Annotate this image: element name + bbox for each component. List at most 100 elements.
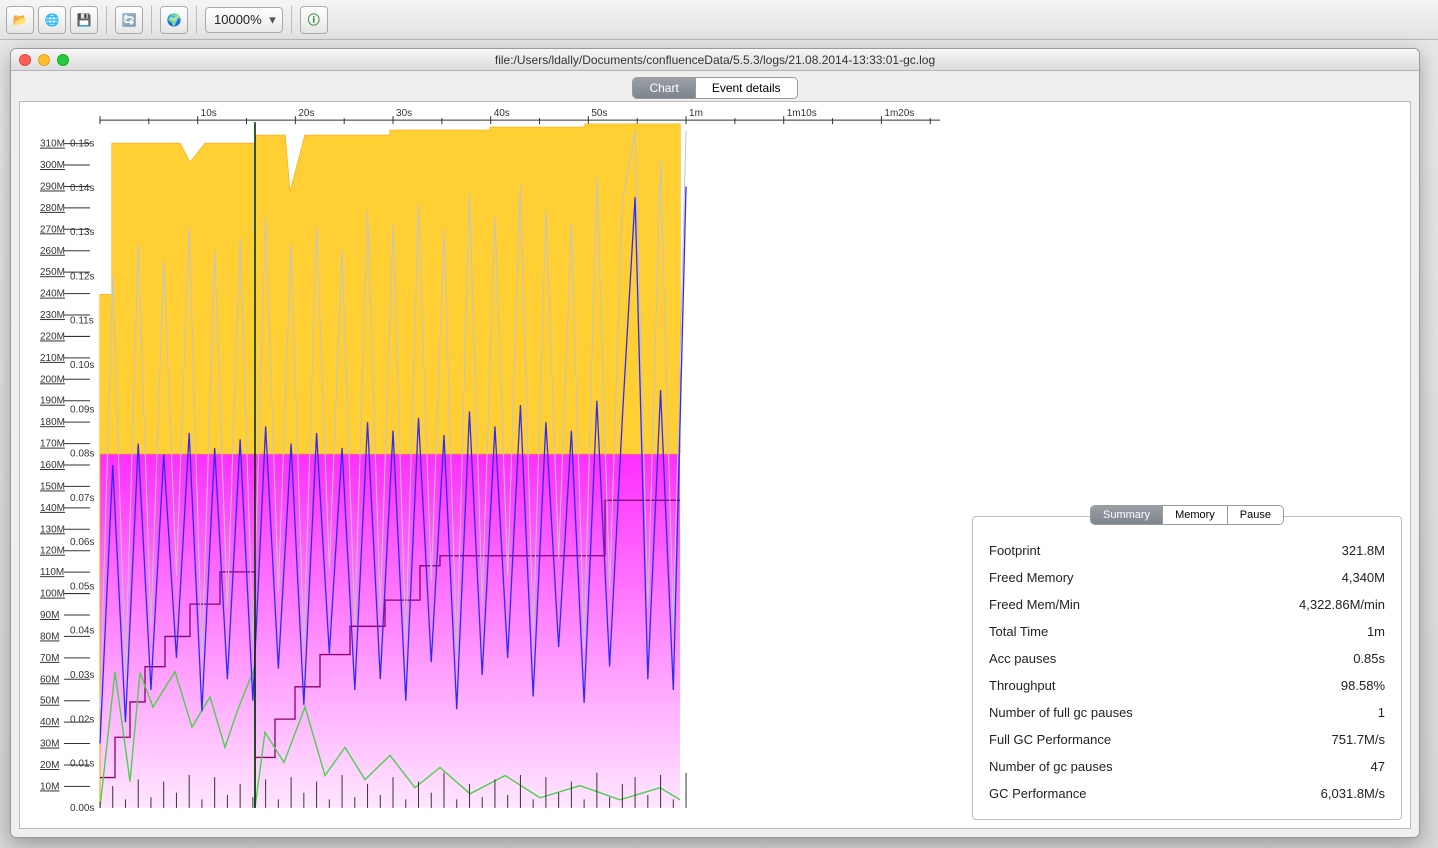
document-window: file:/Users/ldally/Documents/confluenceD…	[10, 48, 1420, 838]
svg-text:160M: 160M	[40, 460, 65, 471]
svg-text:20s: 20s	[298, 108, 314, 119]
svg-text:0.12s: 0.12s	[70, 271, 94, 282]
minimize-window-button[interactable]	[38, 54, 50, 66]
summary-value: 4,322.86M/min	[1299, 597, 1385, 612]
svg-text:1m10s: 1m10s	[787, 108, 817, 119]
tab-memory[interactable]: Memory	[1163, 506, 1228, 524]
summary-label: Number of full gc pauses	[989, 705, 1133, 720]
svg-text:0.04s: 0.04s	[70, 626, 94, 637]
refresh-icon: 🔄	[122, 13, 137, 27]
tab-summary[interactable]: Summary	[1091, 506, 1163, 524]
svg-text:310M: 310M	[40, 139, 65, 150]
summary-label: Freed Memory	[989, 570, 1074, 585]
summary-row: GC Performance6,031.8M/s	[989, 780, 1385, 807]
world-icon: 🌍	[167, 13, 182, 27]
tab-chart[interactable]: Chart	[633, 78, 695, 98]
svg-text:60M: 60M	[40, 674, 59, 685]
summary-row: Footprint 321.8M	[989, 537, 1385, 564]
svg-text:190M: 190M	[40, 396, 65, 407]
save-icon: 💾	[77, 13, 92, 27]
zoom-select[interactable]: 10000%	[205, 7, 283, 33]
summary-row: Throughput98.58%	[989, 672, 1385, 699]
summary-value: 1	[1378, 705, 1385, 720]
svg-text:260M: 260M	[40, 246, 65, 257]
svg-text:30s: 30s	[396, 108, 412, 119]
svg-text:0.11s: 0.11s	[70, 316, 94, 327]
summary-row: Number of full gc pauses 1	[989, 699, 1385, 726]
svg-text:0.05s: 0.05s	[70, 581, 94, 592]
svg-text:0.00s: 0.00s	[70, 803, 94, 814]
summary-row: Freed Mem/Min 4,322.86M/min	[989, 591, 1385, 618]
svg-text:200M: 200M	[40, 374, 65, 385]
zoom-value: 10000%	[214, 12, 262, 27]
summary-label: Full GC Performance	[989, 732, 1111, 747]
svg-text:40M: 40M	[40, 717, 59, 728]
app-toolbar: 📂 🌐 💾 🔄 🌍 10000% ⓘ	[0, 0, 1438, 40]
close-window-button[interactable]	[19, 54, 31, 66]
svg-text:230M: 230M	[40, 310, 65, 321]
refresh-button[interactable]: 🔄	[115, 6, 143, 34]
window-controls	[19, 54, 69, 66]
svg-text:0.13s: 0.13s	[70, 227, 94, 238]
summary-label: GC Performance	[989, 786, 1087, 801]
summary-value: 4,340M	[1342, 570, 1385, 585]
svg-text:100M: 100M	[40, 589, 65, 600]
watch-button[interactable]: 🌍	[160, 6, 188, 34]
svg-text:1m20s: 1m20s	[884, 108, 914, 119]
svg-text:210M: 210M	[40, 353, 65, 364]
svg-text:130M: 130M	[40, 524, 65, 535]
svg-text:0.03s: 0.03s	[70, 670, 94, 681]
about-button[interactable]: ⓘ	[300, 6, 328, 34]
summary-panel: Summary Memory Pause Footprint321.8MFree…	[972, 516, 1402, 820]
svg-text:140M: 140M	[40, 503, 65, 514]
svg-text:0.15s: 0.15s	[70, 139, 94, 150]
svg-text:0.08s: 0.08s	[70, 449, 94, 460]
svg-text:150M: 150M	[40, 481, 65, 492]
toolbar-separator	[291, 6, 292, 34]
summary-label: Footprint	[989, 543, 1040, 558]
summary-value: 98.58%	[1341, 678, 1385, 693]
svg-text:50M: 50M	[40, 696, 59, 707]
svg-text:10M: 10M	[40, 781, 59, 792]
open-file-button[interactable]: 📂	[6, 6, 34, 34]
svg-text:270M: 270M	[40, 224, 65, 235]
tab-event-details[interactable]: Event details	[696, 78, 797, 98]
summary-value: 751.7M/s	[1332, 732, 1385, 747]
svg-text:0.14s: 0.14s	[70, 183, 94, 194]
svg-text:30M: 30M	[40, 739, 59, 750]
svg-text:220M: 220M	[40, 331, 65, 342]
open-url-button[interactable]: 🌐	[38, 6, 66, 34]
zoom-window-button[interactable]	[57, 54, 69, 66]
svg-text:50s: 50s	[591, 108, 607, 119]
toolbar-separator	[151, 6, 152, 34]
svg-text:0.01s: 0.01s	[70, 759, 94, 770]
globe-icon: 🌐	[45, 13, 60, 27]
svg-text:20M: 20M	[40, 760, 59, 771]
summary-row: Freed Memory 4,340M	[989, 564, 1385, 591]
summary-row: Full GC Performance 751.7M/s	[989, 726, 1385, 753]
svg-text:0.09s: 0.09s	[70, 404, 94, 415]
tab-pause[interactable]: Pause	[1228, 506, 1283, 524]
svg-text:290M: 290M	[40, 181, 65, 192]
chart-area[interactable]: 10s 20s 30s 40s 50s 1m 1m10s 1m20s	[20, 102, 960, 828]
svg-text:170M: 170M	[40, 439, 65, 450]
summary-value: 0.85s	[1353, 651, 1385, 666]
folder-icon: 📂	[13, 13, 28, 27]
content-area: 10s 20s 30s 40s 50s 1m 1m10s 1m20s	[19, 101, 1411, 829]
summary-row: Total Time1m	[989, 618, 1385, 645]
svg-text:80M: 80M	[40, 631, 59, 642]
window-titlebar[interactable]: file:/Users/ldally/Documents/confluenceD…	[11, 49, 1419, 71]
svg-text:40s: 40s	[494, 108, 510, 119]
svg-text:0.06s: 0.06s	[70, 537, 94, 548]
svg-text:10s: 10s	[201, 108, 217, 119]
summary-value: 321.8M	[1342, 543, 1385, 558]
svg-text:0.02s: 0.02s	[70, 714, 94, 725]
summary-value: 1m	[1367, 624, 1385, 639]
save-button[interactable]: 💾	[70, 6, 98, 34]
gc-chart: 10s 20s 30s 40s 50s 1m 1m10s 1m20s	[20, 102, 960, 828]
svg-text:70M: 70M	[40, 653, 59, 664]
summary-value: 47	[1371, 759, 1385, 774]
toolbar-separator	[106, 6, 107, 34]
svg-text:1m: 1m	[689, 108, 703, 119]
summary-label: Freed Mem/Min	[989, 597, 1080, 612]
